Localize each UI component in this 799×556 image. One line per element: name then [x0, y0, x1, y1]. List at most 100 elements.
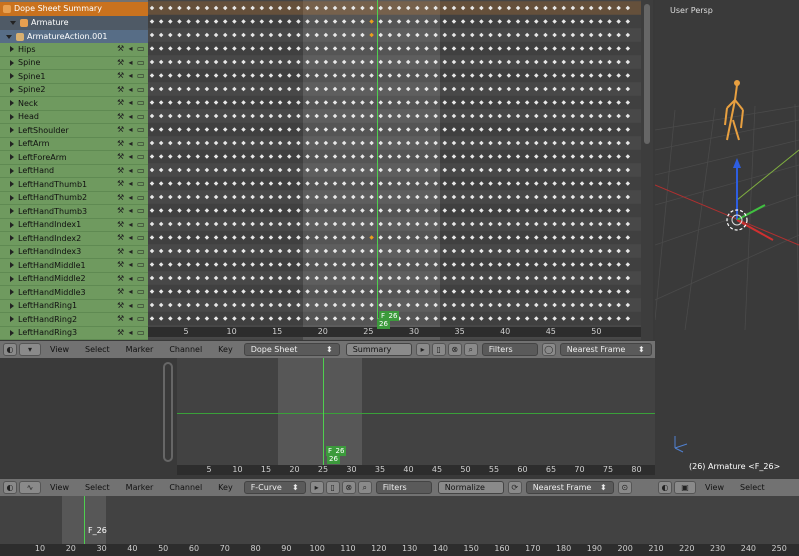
wrench-icon[interactable]: ⚒: [117, 328, 124, 337]
expand-icon[interactable]: [10, 235, 14, 242]
timeline-area[interactable]: F_26 10 20 30 40 50 60 70 80 90 100 110 120 130 140 15…: [0, 496, 799, 556]
wrench-icon[interactable]: ⚒: [117, 99, 124, 107]
lock-icon[interactable]: ▭: [137, 166, 145, 175]
summary-toggle[interactable]: Summary: [345, 343, 412, 356]
mute-icon[interactable]: ◂: [127, 274, 134, 283]
channel-group[interactable]: LeftHandIndex2 ⚒ ◂ ▭: [0, 232, 148, 246]
snap-dropdown[interactable]: Nearest Frame ⬍: [559, 343, 652, 356]
mute-icon[interactable]: ◂: [127, 126, 134, 134]
frame-ruler[interactable]: 5 10 15 20 25 30 35 40 45 50 55 60 65 70 75 80: [177, 465, 655, 475]
ghost-icon[interactable]: ▯: [431, 343, 446, 356]
channel-group[interactable]: Neck ⚒ ◂ ▭: [0, 97, 148, 111]
mute-icon[interactable]: ◂: [127, 45, 134, 53]
wrench-icon[interactable]: ⚒: [117, 315, 124, 323]
channel-group[interactable]: LeftArm ⚒ ◂ ▭: [0, 137, 148, 151]
mute-icon[interactable]: ◂: [127, 99, 134, 107]
lock-icon[interactable]: ▭: [137, 234, 145, 242]
mute-icon[interactable]: ◂: [127, 72, 134, 80]
channel-group[interactable]: Spine1 ⚒ ◂ ▭: [0, 70, 148, 84]
wrench-icon[interactable]: ⚒: [117, 153, 124, 161]
channel-group[interactable]: LeftForeArm ⚒ ◂ ▭: [0, 151, 148, 165]
current-frame-box[interactable]: 26: [327, 454, 340, 464]
expand-icon[interactable]: [10, 181, 14, 188]
wrench-icon[interactable]: ⚒: [117, 45, 124, 53]
mute-icon[interactable]: ◂: [127, 139, 134, 148]
filters-button[interactable]: Filters: [481, 343, 538, 356]
normalize-toggle[interactable]: Normalize: [437, 481, 504, 494]
current-frame-box[interactable]: 26: [377, 319, 390, 329]
channel-group[interactable]: LeftHandRing1 ⚒ ◂ ▭: [0, 299, 148, 313]
wrench-icon[interactable]: ⚒: [117, 180, 124, 188]
lock-icon[interactable]: ▭: [137, 126, 145, 134]
menu-key[interactable]: Key: [218, 483, 233, 492]
wrench-icon[interactable]: ⚒: [117, 301, 124, 310]
mute-icon[interactable]: ◂: [127, 166, 134, 175]
mute-icon[interactable]: ◂: [127, 301, 134, 310]
expand-icon[interactable]: [10, 221, 14, 228]
lock-icon[interactable]: ▭: [137, 180, 145, 188]
vertical-scrollbar[interactable]: [641, 0, 653, 340]
mute-icon[interactable]: ◂: [127, 261, 134, 269]
mute-icon[interactable]: ◂: [127, 247, 134, 256]
keyframe-grid[interactable]: [148, 0, 641, 340]
channel-group[interactable]: Hips ⚒ ◂ ▭: [0, 43, 148, 57]
channel-group[interactable]: LeftHandRing2 ⚒ ◂ ▭: [0, 313, 148, 327]
viewport-scene[interactable]: [655, 0, 799, 478]
frame-ruler[interactable]: 5 10 15 20 25 30 35 40 45 50: [148, 327, 641, 337]
expand-icon[interactable]: [10, 275, 14, 282]
frame-ruler[interactable]: 10 20 30 40 50 60 70 80 90 100 110 120 130 140 150 160 1…: [0, 544, 799, 556]
lock-icon[interactable]: ▭: [137, 288, 145, 296]
wrench-icon[interactable]: ⚒: [117, 72, 124, 80]
expand-icon[interactable]: [10, 46, 14, 53]
channel-action[interactable]: ArmatureAction.001: [0, 30, 148, 44]
wrench-icon[interactable]: ⚒: [117, 112, 124, 121]
expand-icon[interactable]: [10, 154, 14, 161]
expand-icon[interactable]: [10, 20, 16, 25]
channel-summary[interactable]: Dope Sheet Summary: [0, 2, 148, 16]
expand-icon[interactable]: [10, 140, 14, 147]
snap-dropdown[interactable]: Nearest Frame ⬍: [525, 481, 614, 494]
expand-icon[interactable]: [10, 289, 14, 296]
mute-icon[interactable]: ◂: [127, 112, 134, 121]
curve-mode-icon[interactable]: ∿: [19, 481, 41, 494]
expand-icon[interactable]: [10, 194, 14, 201]
menu-select[interactable]: Select: [740, 483, 765, 492]
menu-view[interactable]: View: [50, 345, 69, 354]
error-filter-icon[interactable]: ⊗: [341, 481, 356, 494]
refresh-icon[interactable]: ⟳: [507, 481, 522, 494]
lock-icon[interactable]: ▭: [137, 315, 145, 323]
lock-icon[interactable]: ▭: [137, 72, 145, 80]
only-selected-icon[interactable]: ▸: [415, 343, 430, 356]
editor-type-icon[interactable]: ◐: [3, 481, 17, 494]
dopesheet-keyframe-area[interactable]: 5 10 15 20 25 30 35 40 45 50 F_26 26: [148, 0, 641, 340]
channel-group[interactable]: LeftHandMiddle2 ⚒ ◂ ▭: [0, 272, 148, 286]
wrench-icon[interactable]: ⚒: [117, 126, 124, 134]
wrench-icon[interactable]: ⚒: [117, 58, 124, 67]
channel-group[interactable]: LeftHandThumb2 ⚒ ◂ ▭: [0, 191, 148, 205]
menu-view[interactable]: View: [705, 483, 724, 492]
wrench-icon[interactable]: ⚒: [117, 220, 124, 229]
mute-icon[interactable]: ◂: [127, 207, 134, 215]
channel-group[interactable]: LeftShoulder ⚒ ◂ ▭: [0, 124, 148, 138]
channel-group[interactable]: LeftHandMiddle1 ⚒ ◂ ▭: [0, 259, 148, 273]
auto-snap-icon[interactable]: ◯: [541, 343, 556, 356]
wrench-icon[interactable]: ⚒: [117, 234, 124, 242]
expand-icon[interactable]: [6, 34, 12, 39]
expand-icon[interactable]: [10, 167, 14, 174]
view-mode-icon[interactable]: ▣: [674, 481, 696, 494]
wrench-icon[interactable]: ⚒: [117, 274, 124, 283]
mute-icon[interactable]: ◂: [127, 328, 134, 337]
wrench-icon[interactable]: ⚒: [117, 261, 124, 269]
menu-select[interactable]: Select: [85, 483, 110, 492]
lock-icon[interactable]: ▭: [137, 99, 145, 107]
expand-icon[interactable]: [10, 316, 14, 323]
mode-dropdown[interactable]: Dope Sheet ⬍: [243, 343, 340, 356]
mute-icon[interactable]: ◂: [127, 315, 134, 323]
wrench-icon[interactable]: ⚒: [117, 139, 124, 148]
lock-icon[interactable]: ▭: [137, 153, 145, 161]
mute-icon[interactable]: ◂: [127, 85, 134, 94]
mute-icon[interactable]: ◂: [127, 234, 134, 242]
lock-icon[interactable]: ▭: [137, 193, 145, 202]
current-frame-line[interactable]: [323, 358, 324, 465]
menu-select[interactable]: Select: [85, 345, 110, 354]
